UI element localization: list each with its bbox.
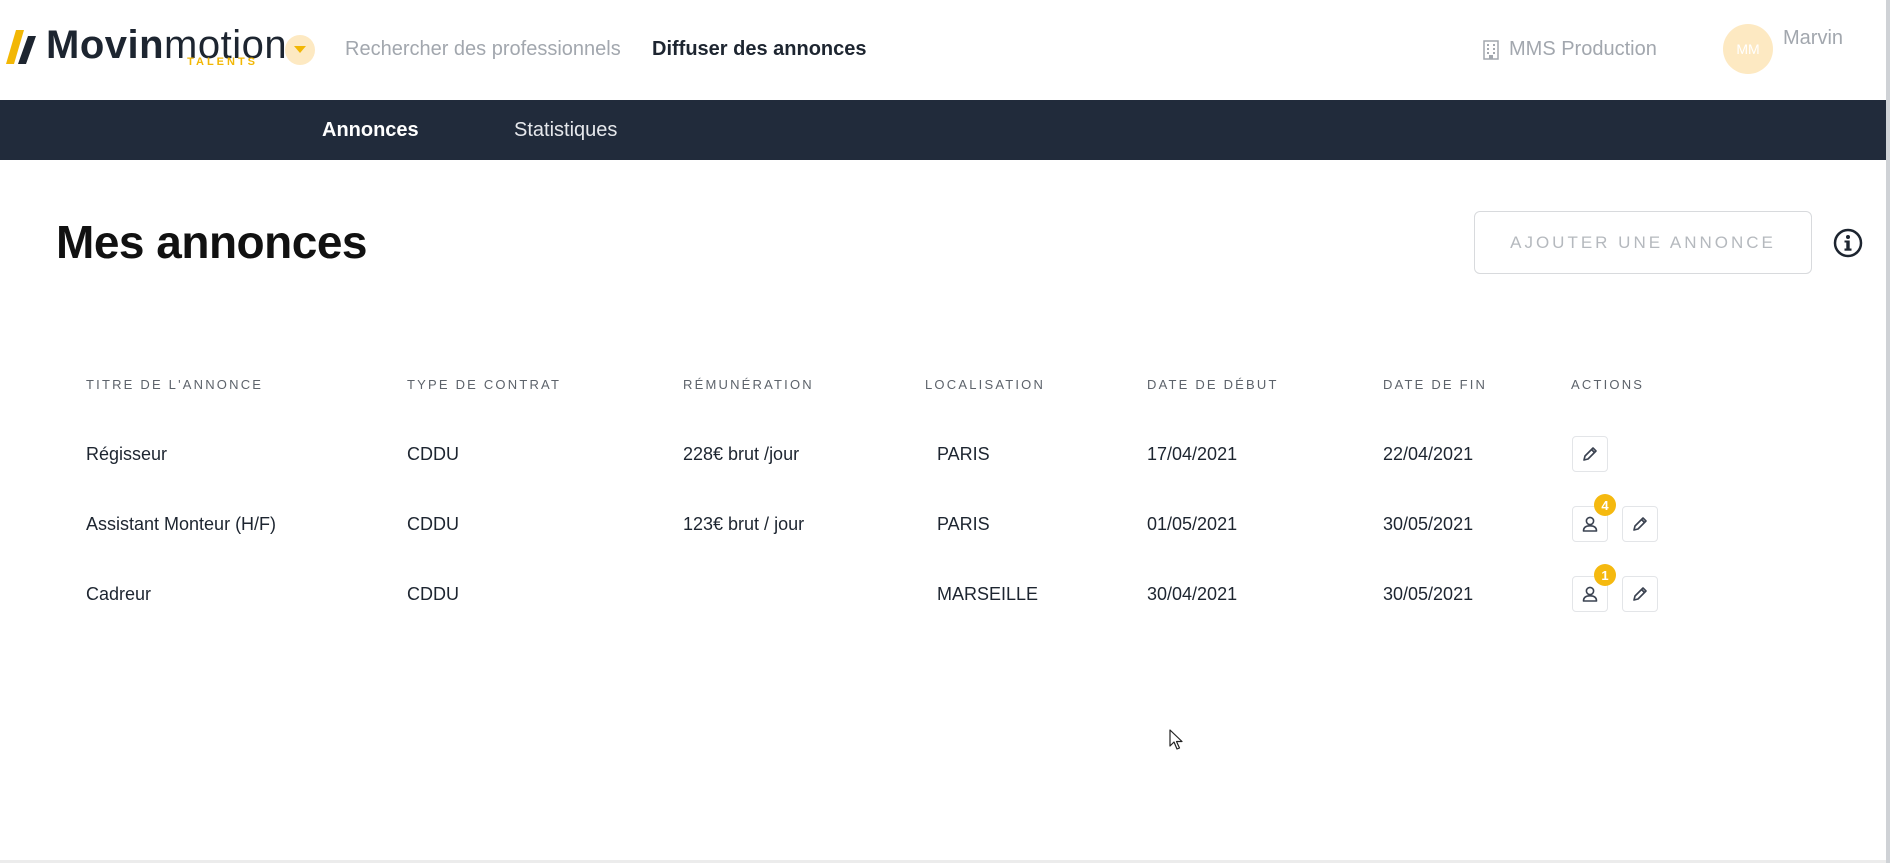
nav-link-post-listings[interactable]: Diffuser des annonces <box>652 38 867 61</box>
candidates-count-badge: 4 <box>1594 494 1616 516</box>
column-header-start: DATE DE DÉBUT <box>1147 377 1279 392</box>
listing-contract: CDDU <box>407 444 459 464</box>
movinmotion-logo[interactable]: Movinmotion TALENTS <box>6 22 287 72</box>
pencil-icon <box>1633 587 1647 601</box>
nav-link-search-professionals[interactable]: Rechercher des professionnels <box>345 38 621 61</box>
add-listing-button[interactable]: AJOUTER UNE ANNONCE <box>1474 211 1812 274</box>
column-header-actions: ACTIONS <box>1571 377 1645 392</box>
listing-location: PARIS <box>937 444 990 464</box>
edit-listing-button[interactable] <box>1622 506 1658 542</box>
person-icon <box>1582 516 1598 532</box>
listing-start: 01/05/2021 <box>1147 514 1238 534</box>
listing-contract: CDDU <box>407 584 459 604</box>
user-name: Marvin <box>1783 26 1844 49</box>
listing-start: 17/04/2021 <box>1147 444 1238 464</box>
chevron-down-icon <box>294 46 306 53</box>
listing-title: Assistant Monteur (H/F) <box>86 514 277 534</box>
listing-contract: CDDU <box>407 514 459 534</box>
listing-end: 22/04/2021 <box>1383 444 1474 464</box>
logo-mark-icon <box>6 30 36 64</box>
company-name: MMS Production <box>1509 38 1657 60</box>
column-header-location: LOCALISATION <box>925 377 1046 392</box>
edit-listing-button[interactable] <box>1572 436 1608 472</box>
tab-statistiques[interactable]: Statistiques <box>514 119 617 142</box>
candidates-count-badge: 1 <box>1594 564 1616 586</box>
table-row: Cadreur CDDU MARSEILLE 30/04/2021 30/05/… <box>0 564 1886 624</box>
logo-subtitle: TALENTS <box>187 56 258 68</box>
cursor-icon <box>1169 729 1183 750</box>
column-header-pay: RÉMUNÉRATION <box>683 377 814 392</box>
column-header-contract: TYPE DE CONTRAT <box>407 377 562 392</box>
top-header: Movinmotion TALENTS Rechercher des profe… <box>0 0 1886 100</box>
page-title: Mes annonces <box>56 216 368 268</box>
user-menu[interactable]: MM Marvin <box>1723 24 1843 74</box>
listing-pay: 123€ brut / jour <box>683 514 805 534</box>
sub-navigation: Annonces Statistiques <box>0 100 1886 160</box>
listing-title: Régisseur <box>86 444 168 464</box>
table-row: Assistant Monteur (H/F) CDDU 123€ brut /… <box>0 494 1886 554</box>
info-icon[interactable] <box>1833 228 1863 258</box>
person-icon <box>1582 586 1598 602</box>
tab-annonces[interactable]: Annonces <box>322 119 419 142</box>
vertical-scrollbar[interactable] <box>1886 0 1890 863</box>
pencil-icon <box>1633 517 1647 531</box>
listing-pay: 228€ brut /jour <box>683 444 800 464</box>
listing-start: 30/04/2021 <box>1147 584 1238 604</box>
building-icon <box>1483 39 1499 60</box>
table-row: Régisseur CDDU 228€ brut /jour PARIS 17/… <box>0 424 1886 484</box>
avatar: MM <box>1723 24 1773 74</box>
listing-location: MARSEILLE <box>937 584 1039 604</box>
listing-title: Cadreur <box>86 584 152 604</box>
listing-end: 30/05/2021 <box>1383 514 1474 534</box>
listing-end: 30/05/2021 <box>1383 584 1474 604</box>
column-header-title: TITRE DE L'ANNONCE <box>86 377 264 392</box>
pencil-icon <box>1583 447 1597 461</box>
edit-listing-button[interactable] <box>1622 576 1658 612</box>
listing-location: PARIS <box>937 514 990 534</box>
menu-dropdown-button[interactable] <box>285 35 315 65</box>
company-selector[interactable]: MMS Production <box>1483 38 1657 61</box>
column-header-end: DATE DE FIN <box>1383 377 1488 392</box>
